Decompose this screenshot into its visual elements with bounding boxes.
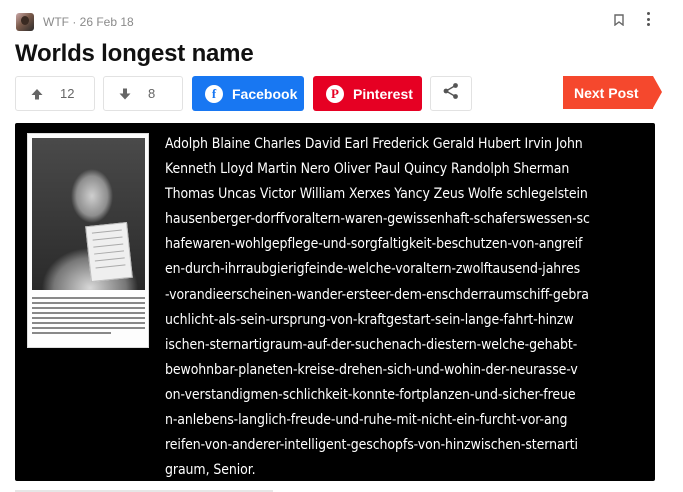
post-image: Adolph Blaine Charles David Earl Frederi… [15, 123, 655, 481]
action-bar: 12 8 f Facebook P Pinterest Next Post [15, 76, 662, 112]
pinterest-label: Pinterest [353, 85, 413, 102]
post-title: Worlds longest name [15, 40, 254, 67]
author-avatar[interactable] [16, 13, 34, 31]
name-line: hausenberger-dorffvoraltern-waren-gewiss… [165, 210, 590, 228]
post-category[interactable]: WTF [43, 15, 69, 29]
name-line: hafewaren-wohlgepflege-und-sorgfaltigkei… [165, 235, 583, 253]
share-icon [442, 82, 460, 105]
clipping-photo [32, 138, 145, 290]
post-meta-text: WTF · 26 Feb 18 [43, 15, 134, 29]
downvote-count: 8 [148, 86, 156, 101]
upvote-button[interactable]: 12 [15, 76, 95, 111]
facebook-icon: f [205, 84, 223, 103]
newspaper-clipping [27, 133, 149, 348]
name-line: Kenneth Lloyd Martin Nero Oliver Paul Qu… [165, 160, 570, 178]
name-line: ischen-sternartigraum-auf-der-suchenach-… [165, 335, 578, 353]
post-actions-top [614, 12, 650, 27]
name-line: Thomas Uncas Victor William Xerxes Yancy… [165, 185, 588, 203]
downvote-button[interactable]: 8 [103, 76, 183, 111]
facebook-share-button[interactable]: f Facebook [192, 76, 304, 111]
post-date: 26 Feb 18 [79, 15, 134, 29]
meta-separator: · [69, 15, 80, 29]
facebook-label: Facebook [232, 85, 298, 102]
next-post-button[interactable]: Next Post [563, 76, 662, 109]
clipping-caption [32, 297, 145, 337]
post-meta: WTF · 26 Feb 18 [16, 12, 666, 32]
name-line: n-anlebens-langlich-freude-und-ruhe-mit-… [165, 411, 568, 429]
next-post-label: Next Post [574, 84, 639, 101]
pinterest-icon: P [326, 84, 344, 103]
bookmark-icon[interactable] [614, 13, 624, 27]
name-line: on-verstandigmen-schlichkeit-konnte-fort… [165, 385, 576, 403]
name-line: bewohnbar-planeten-kreise-drehen-sich-un… [165, 360, 578, 378]
name-line: reifen-von-anderer-intelligent-geschopfs… [165, 436, 578, 454]
longest-name-text: Adolph Blaine Charles David Earl Frederi… [165, 131, 590, 481]
name-line: -vorandieerscheinen-wander-ersteer-dem-e… [165, 285, 589, 303]
arrow-down-icon [118, 87, 132, 101]
name-line: uchlicht-als-sein-ursprung-von-kraftgest… [165, 310, 574, 328]
more-vertical-icon[interactable] [646, 12, 650, 26]
pinterest-share-button[interactable]: P Pinterest [313, 76, 422, 111]
arrow-up-icon [30, 87, 44, 101]
upvote-count: 12 [60, 86, 75, 101]
name-line: graum, Senior. [165, 461, 256, 479]
more-share-button[interactable] [430, 76, 472, 111]
name-line: en-durch-ihrraubgierigfeinde-welche-vora… [165, 260, 581, 278]
name-line: Adolph Blaine Charles David Earl Frederi… [165, 135, 583, 152]
